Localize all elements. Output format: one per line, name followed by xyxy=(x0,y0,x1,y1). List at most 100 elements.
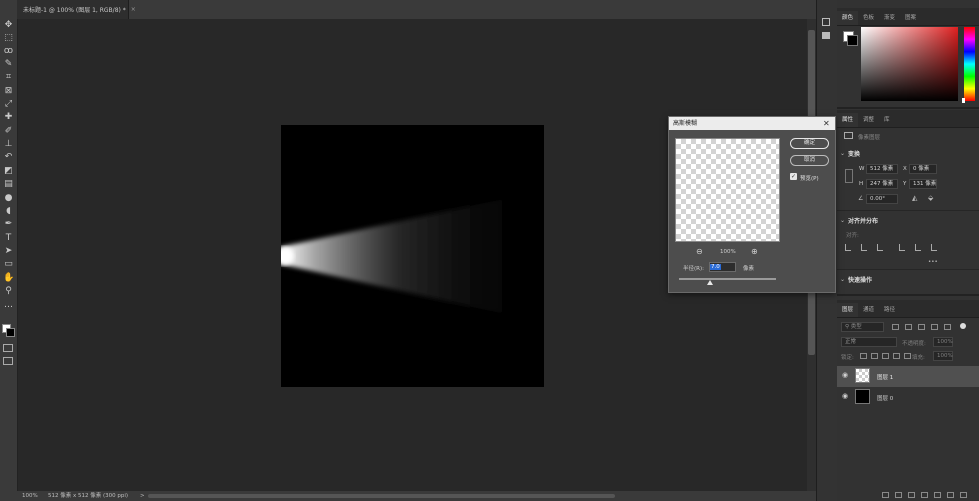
y-field[interactable]: 131 像素 xyxy=(909,179,937,189)
zoom-out-icon[interactable]: ⊖ xyxy=(696,247,703,256)
width-field[interactable]: 512 像素 xyxy=(866,164,898,174)
adjustment-layer-icon[interactable] xyxy=(921,492,928,498)
cancel-button[interactable]: 取消 xyxy=(790,155,829,166)
height-field[interactable]: 247 像素 xyxy=(866,179,898,189)
lasso-icon[interactable]: ꝏ xyxy=(3,46,14,57)
align-center-h-icon[interactable] xyxy=(861,244,867,251)
history-panel-icon[interactable] xyxy=(822,18,830,26)
quick-mask-icon[interactable] xyxy=(3,344,13,352)
align-middle-v-icon[interactable] xyxy=(915,244,921,251)
radius-slider-track[interactable] xyxy=(679,278,776,280)
close-tab-icon[interactable]: × xyxy=(131,6,136,13)
more-options-icon[interactable]: ••• xyxy=(928,259,938,265)
lock-transparent-icon[interactable] xyxy=(860,353,867,359)
eraser-icon[interactable]: ◩ xyxy=(3,166,14,177)
lock-position-icon[interactable] xyxy=(882,353,889,359)
tab-color[interactable]: 颜色 xyxy=(837,11,859,25)
move-icon[interactable]: ✥ xyxy=(3,20,14,31)
ok-button[interactable]: 确定 xyxy=(790,138,829,149)
align-left-icon[interactable] xyxy=(845,244,851,251)
screen-mode-icon[interactable] xyxy=(3,357,13,365)
visibility-eye-icon[interactable]: ◉ xyxy=(842,392,848,400)
radius-slider-thumb[interactable] xyxy=(707,280,713,285)
properties-panel-icon[interactable] xyxy=(822,32,830,39)
opacity-field[interactable]: 100% xyxy=(933,337,953,347)
blur-icon[interactable]: ● xyxy=(3,193,14,204)
flip-vertical-icon[interactable]: ⬙ xyxy=(928,194,933,202)
preview-label[interactable]: 预览(P) xyxy=(800,174,819,182)
filter-toggle-icon[interactable] xyxy=(960,323,966,329)
document-tab[interactable]: 未标题-1 @ 100% (图层 1, RGB/8) * × xyxy=(17,0,136,19)
new-layer-icon[interactable] xyxy=(947,492,954,498)
hue-slider-marker[interactable] xyxy=(962,98,965,103)
collapse-chevron-icon[interactable]: ⌄ xyxy=(840,276,845,283)
toolbar-background-color[interactable] xyxy=(6,328,15,337)
eyedropper-icon[interactable]: ⤢ xyxy=(3,99,14,110)
add-mask-icon[interactable] xyxy=(908,492,915,498)
align-bottom-icon[interactable] xyxy=(931,244,937,251)
history-brush-icon[interactable]: ↶ xyxy=(3,152,14,163)
align-right-icon[interactable] xyxy=(877,244,883,251)
layer-name[interactable]: 图层 1 xyxy=(877,373,893,381)
document-canvas[interactable] xyxy=(281,125,544,387)
filter-pixel-icon[interactable] xyxy=(892,324,899,330)
collapse-chevron-icon[interactable]: ⌄ xyxy=(840,150,845,157)
crop-icon[interactable]: ⌗ xyxy=(3,72,14,83)
fill-field[interactable]: 100% xyxy=(933,351,953,361)
filter-shape-icon[interactable] xyxy=(931,324,938,330)
dialog-close-icon[interactable]: ✕ xyxy=(823,117,830,130)
link-layers-icon[interactable] xyxy=(882,492,889,498)
zoom-icon[interactable]: ⚲ xyxy=(3,286,14,297)
x-field[interactable]: 0 像素 xyxy=(909,164,937,174)
link-dimensions-icon[interactable] xyxy=(845,169,853,183)
hue-slider[interactable] xyxy=(964,27,975,101)
lock-artboard-icon[interactable] xyxy=(893,353,900,359)
marquee-icon[interactable]: ⬚ xyxy=(3,33,14,44)
tab-adjustments[interactable]: 调整 xyxy=(858,113,879,127)
zoom-in-icon[interactable]: ⊕ xyxy=(751,247,758,256)
layer-name[interactable]: 图层 0 xyxy=(877,394,893,402)
healing-brush-icon[interactable]: ✚ xyxy=(3,112,14,123)
transform-section-title[interactable]: 变换 xyxy=(848,149,860,158)
blur-preview-pane[interactable] xyxy=(675,138,780,242)
dodge-icon[interactable]: ◖ xyxy=(3,206,14,217)
angle-field[interactable]: 0.00° xyxy=(866,194,898,204)
align-top-icon[interactable] xyxy=(899,244,905,251)
tab-properties[interactable]: 属性 xyxy=(837,113,859,127)
tab-libraries[interactable]: 库 xyxy=(879,113,895,127)
lock-image-icon[interactable] xyxy=(871,353,878,359)
tab-paths[interactable]: 路径 xyxy=(879,303,900,317)
lock-all-icon[interactable] xyxy=(904,353,911,359)
color-picker-field[interactable] xyxy=(861,27,958,101)
fx-icon[interactable] xyxy=(895,492,902,498)
flip-horizontal-icon[interactable]: ◭ xyxy=(912,194,917,202)
tab-layers[interactable]: 图层 xyxy=(837,303,859,317)
filter-type-icon[interactable] xyxy=(918,324,925,330)
layer-row[interactable]: ◉ 图层 1 xyxy=(837,366,979,387)
background-color-swatch[interactable] xyxy=(847,35,858,46)
tab-channels[interactable]: 通道 xyxy=(858,303,879,317)
preview-checkbox[interactable]: ✓ xyxy=(790,173,797,180)
layer-row[interactable]: ◉ 图层 0 xyxy=(837,387,979,408)
tab-swatches[interactable]: 色板 xyxy=(858,11,879,25)
gradient-icon[interactable]: ▤ xyxy=(3,179,14,190)
hand-icon[interactable]: ✋ xyxy=(3,273,14,284)
status-zoom[interactable]: 100% xyxy=(22,491,38,501)
dialog-titlebar[interactable]: 高斯模糊 ✕ xyxy=(669,117,835,130)
new-group-icon[interactable] xyxy=(934,492,941,498)
radius-field[interactable]: 7.0 xyxy=(709,262,736,272)
stamp-icon[interactable]: ⊥ xyxy=(3,139,14,150)
tab-patterns[interactable]: 图案 xyxy=(900,11,921,25)
path-select-icon[interactable]: ➤ xyxy=(3,246,14,257)
frame-icon[interactable]: ⊠ xyxy=(3,86,14,97)
quick-select-icon[interactable]: ✎ xyxy=(3,59,14,70)
filter-adjustment-icon[interactable] xyxy=(905,324,912,330)
blend-mode-select[interactable]: 正常 xyxy=(841,337,897,347)
status-arrow[interactable]: > xyxy=(140,491,145,501)
more-tools-icon[interactable]: … xyxy=(3,300,14,311)
layer-filter-select[interactable]: ⚲ 类型 xyxy=(841,322,884,332)
pen-icon[interactable]: ✒ xyxy=(3,219,14,230)
filter-smart-object-icon[interactable] xyxy=(944,324,951,330)
delete-layer-icon[interactable] xyxy=(960,492,967,498)
brush-icon[interactable]: ✐ xyxy=(3,126,14,137)
